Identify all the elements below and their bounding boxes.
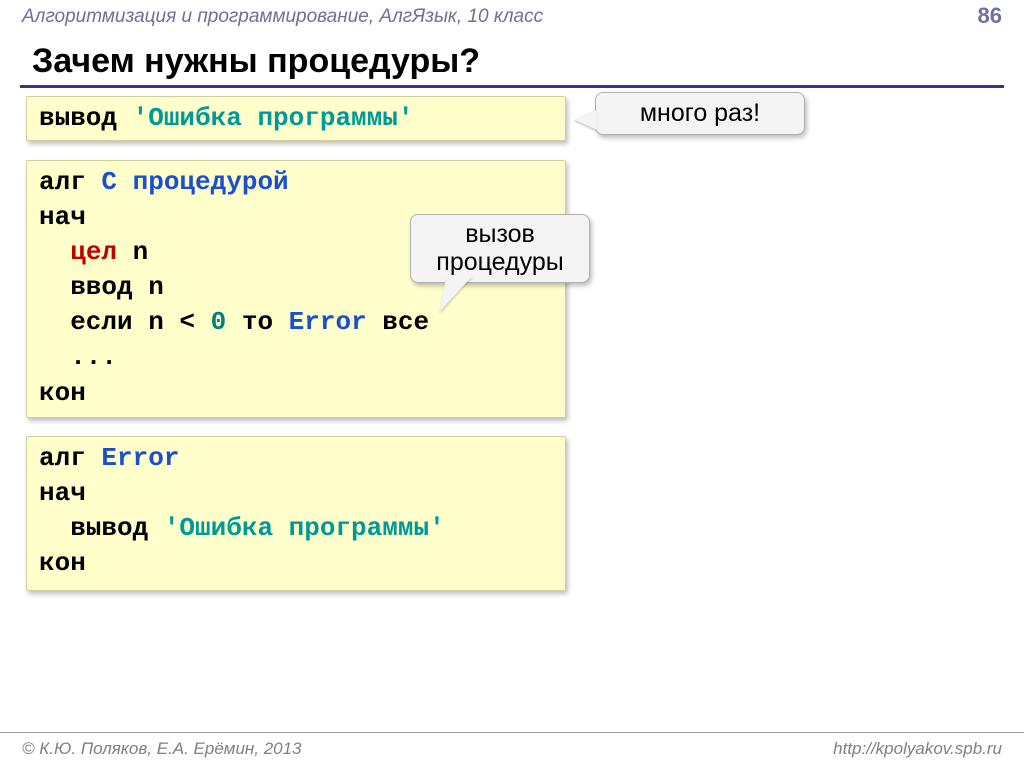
kw-output: вывод — [39, 103, 133, 133]
footer-copyright: © К.Ю. Поляков, Е.А. Ерёмин, 2013 — [22, 739, 302, 759]
title-rule — [20, 85, 1004, 88]
slide-footer: © К.Ю. Поляков, Е.А. Ерёмин, 2013 http:/… — [0, 732, 1024, 767]
callout-proc-call: вызов процедуры — [410, 214, 590, 283]
course-title: Алгоритмизация и программирование, АлгЯз… — [22, 6, 543, 27]
callout-tail-1 — [575, 110, 597, 130]
footer-url: http://kpolyakov.spb.ru — [833, 739, 1002, 759]
code-box-main: алг С процедурой нач цел n ввод n если n… — [26, 160, 566, 418]
code-box-print-error: вывод 'Ошибка программы' — [26, 96, 566, 141]
slide-header: Алгоритмизация и программирование, АлгЯз… — [0, 0, 1024, 32]
str-error: 'Ошибка программы' — [133, 103, 414, 133]
page-number: 86 — [978, 3, 1002, 29]
callout-many-times: много раз! — [595, 92, 805, 135]
slide-title: Зачем нужны процедуры? — [0, 32, 1024, 83]
code-box-error-proc: алг Error нач вывод 'Ошибка программы' к… — [26, 436, 566, 591]
